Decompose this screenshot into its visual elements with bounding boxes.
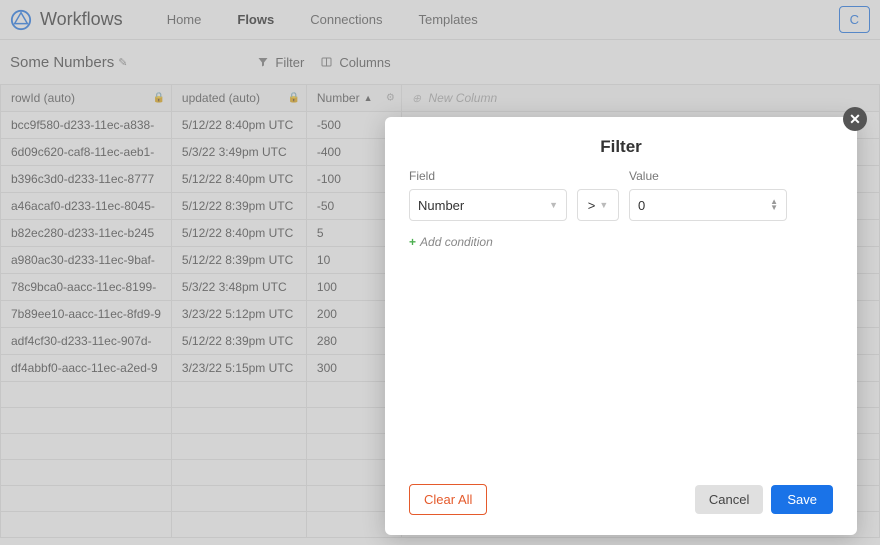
operator-select[interactable]: > ▼ xyxy=(577,189,619,221)
operator-value: > xyxy=(588,198,596,213)
close-icon[interactable]: ✕ xyxy=(843,107,867,131)
save-button[interactable]: Save xyxy=(771,485,833,514)
chevron-down-icon: ▼ xyxy=(599,200,608,210)
filter-condition-row: Field Number ▼ > ▼ Value 0 ▲▼ xyxy=(409,169,833,221)
value-input-value: 0 xyxy=(638,198,645,213)
cancel-button[interactable]: Cancel xyxy=(695,485,763,514)
add-condition-button[interactable]: + Add condition xyxy=(409,235,833,249)
modal-footer: Clear All Cancel Save xyxy=(385,468,857,535)
plus-icon: + xyxy=(409,235,416,249)
value-label: Value xyxy=(629,169,787,183)
clear-all-button[interactable]: Clear All xyxy=(409,484,487,515)
number-stepper-icon[interactable]: ▲▼ xyxy=(770,199,778,211)
filter-modal: ✕ Filter Field Number ▼ > ▼ Value xyxy=(385,117,857,535)
modal-body: Field Number ▼ > ▼ Value 0 ▲▼ xyxy=(385,169,857,468)
field-label: Field xyxy=(409,169,567,183)
value-input[interactable]: 0 ▲▼ xyxy=(629,189,787,221)
field-select[interactable]: Number ▼ xyxy=(409,189,567,221)
modal-title: Filter xyxy=(385,117,857,169)
add-condition-label: Add condition xyxy=(420,235,493,249)
field-select-value: Number xyxy=(418,198,464,213)
chevron-down-icon: ▼ xyxy=(549,200,558,210)
